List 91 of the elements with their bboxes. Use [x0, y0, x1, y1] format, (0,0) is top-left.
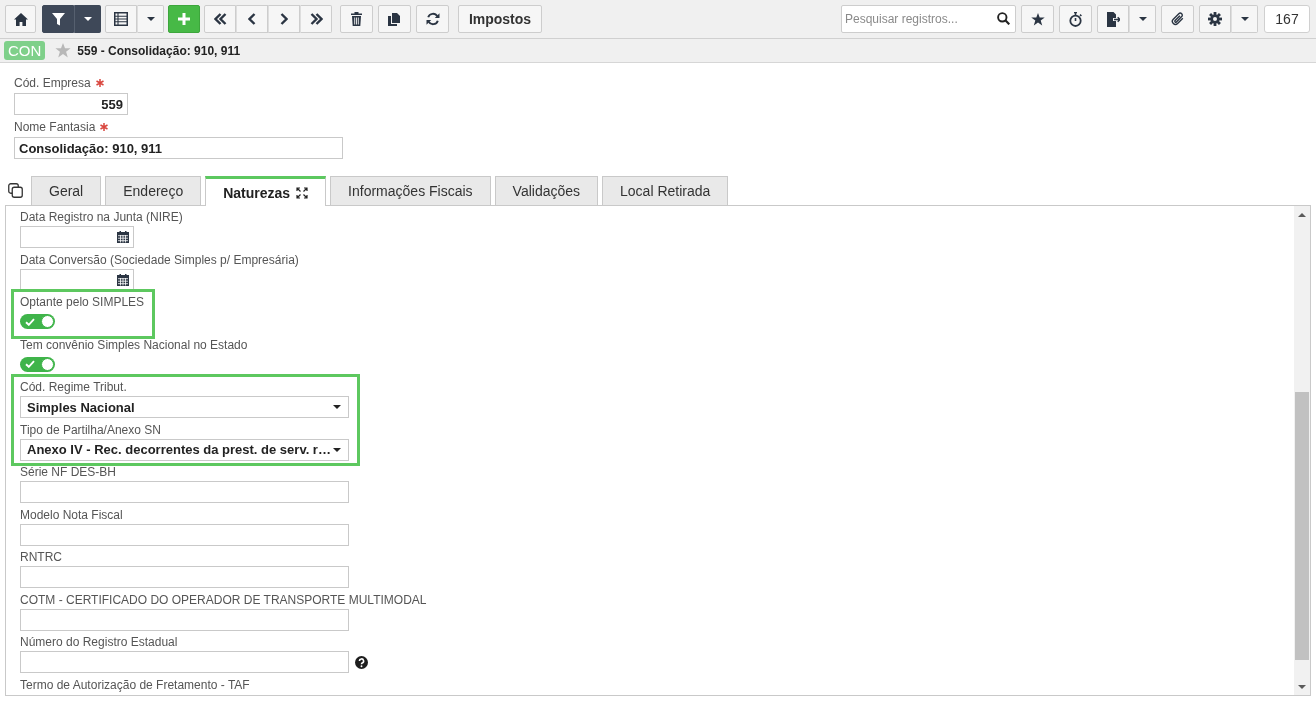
gear-icon — [1208, 12, 1222, 26]
double-chevron-left-icon — [213, 13, 227, 25]
previous-record-button[interactable] — [236, 5, 268, 33]
field-label: RNTRC — [20, 550, 62, 564]
record-title: 559 - Consolidação: 910, 911 — [77, 43, 241, 58]
text-field[interactable] — [20, 481, 349, 503]
tab[interactable]: Endereço — [105, 176, 202, 205]
field-label: COTM - CERTIFICADO DO OPERADOR DE TRANSPORTE MULTIMODAL — [20, 592, 427, 607]
field-label: Data Conversão (Sociedade Simples p/ Empresária) — [20, 252, 299, 267]
module-badge: CON — [4, 41, 46, 60]
calendar-icon[interactable] — [117, 231, 129, 243]
tab[interactable]: Geral — [31, 176, 102, 205]
field-label: Optante pelo SIMPLES — [20, 295, 145, 309]
delete-button[interactable] — [340, 5, 373, 33]
field-label: Cód. Regime Tribut. — [20, 380, 127, 394]
favorite-button[interactable] — [1021, 5, 1054, 33]
star-icon[interactable] — [55, 43, 72, 58]
first-record-button[interactable] — [204, 5, 236, 33]
field-label: Nome Fantasia — [14, 120, 96, 134]
last-record-button[interactable] — [300, 5, 332, 33]
expand-icon[interactable] — [296, 186, 309, 199]
file-export-icon — [1106, 11, 1120, 27]
field-label: Tem convênio Simples Nacional no Estado — [20, 337, 248, 352]
scroll-thumb[interactable] — [1295, 392, 1309, 660]
toggle-switch[interactable] — [20, 314, 55, 329]
select-field[interactable]: Simples Nacional — [20, 396, 349, 418]
plus-icon — [178, 13, 190, 25]
settings-button[interactable] — [1199, 5, 1231, 33]
text-field[interactable] — [20, 566, 349, 588]
caret-icon — [146, 17, 155, 21]
dropdown-button[interactable] — [74, 5, 101, 33]
toggle-knob — [41, 357, 54, 371]
field-label: Modelo Nota Fiscal — [20, 507, 123, 522]
number-field[interactable]: 559 — [14, 93, 128, 115]
filter-button[interactable] — [42, 5, 74, 33]
duplicate-button[interactable] — [378, 5, 411, 33]
field-label: Data Registro na Junta (NIRE) — [20, 210, 183, 224]
toggle-knob — [41, 315, 54, 328]
home-button[interactable] — [5, 5, 36, 33]
text-field[interactable] — [20, 523, 349, 546]
paperclip-icon — [1170, 12, 1185, 26]
double-chevron-right-icon — [309, 13, 323, 25]
caret-icon — [83, 17, 92, 21]
refresh-icon — [425, 12, 440, 26]
caret-icon — [333, 447, 341, 452]
refresh-button[interactable] — [416, 5, 449, 33]
attachment-button[interactable] — [1161, 5, 1194, 33]
star-icon — [1030, 12, 1045, 26]
chevron-left-icon — [248, 13, 256, 25]
calendar-icon[interactable] — [117, 273, 129, 286]
documents-icon — [388, 12, 401, 26]
search-field[interactable]: Pesquisar registros... — [841, 5, 1016, 33]
table-view-button[interactable] — [105, 5, 137, 33]
tab[interactable]: Validações — [494, 176, 599, 205]
tab[interactable]: Local Retirada — [602, 176, 729, 205]
record-count: 167 — [1264, 5, 1310, 33]
tab[interactable]: Naturezas — [205, 176, 327, 206]
text-field[interactable] — [20, 651, 349, 673]
text-field[interactable] — [20, 608, 349, 631]
caret-icon — [1240, 17, 1249, 21]
tab[interactable]: Informações Fiscais — [330, 176, 491, 205]
home-icon — [13, 12, 28, 26]
export-button[interactable] — [1097, 5, 1129, 33]
toggle-switch[interactable] — [20, 356, 55, 372]
caret-icon — [333, 405, 341, 409]
field-label: Tipo de Partilha/Anexo SN — [20, 422, 161, 437]
table-icon — [114, 12, 128, 26]
text-field[interactable]: Consolidação: 910, 911 — [14, 137, 343, 159]
scroll-up-icon[interactable] — [1298, 212, 1306, 217]
search-icon[interactable] — [997, 12, 1010, 25]
date-field[interactable] — [20, 268, 134, 291]
field-label: Termo de Autorização de Fretamento - TAF — [20, 677, 250, 692]
filter-icon — [51, 12, 65, 26]
field-label: Número do Registro Estadual — [20, 635, 178, 649]
check-icon — [25, 317, 35, 326]
help-icon[interactable] — [355, 655, 368, 669]
trash-icon — [351, 12, 362, 26]
select-field[interactable]: Anexo IV - Rec. decorrentes da prest. de serv. r… — [20, 438, 349, 461]
taxes-button[interactable]: Impostos — [458, 5, 542, 33]
caret-icon — [1138, 17, 1147, 21]
next-record-button[interactable] — [268, 5, 300, 33]
date-field[interactable] — [20, 226, 134, 248]
stopwatch-icon — [1069, 11, 1082, 27]
chevron-right-icon — [280, 13, 288, 25]
timer-button[interactable] — [1059, 5, 1092, 33]
copy-icon[interactable] — [8, 183, 23, 198]
scroll-down-icon[interactable] — [1298, 684, 1306, 689]
field-label: Série NF DES-BH — [20, 465, 117, 479]
field-label: Cód. Empresa — [14, 76, 91, 90]
check-icon — [25, 360, 35, 368]
scrollbar[interactable] — [1294, 206, 1310, 695]
